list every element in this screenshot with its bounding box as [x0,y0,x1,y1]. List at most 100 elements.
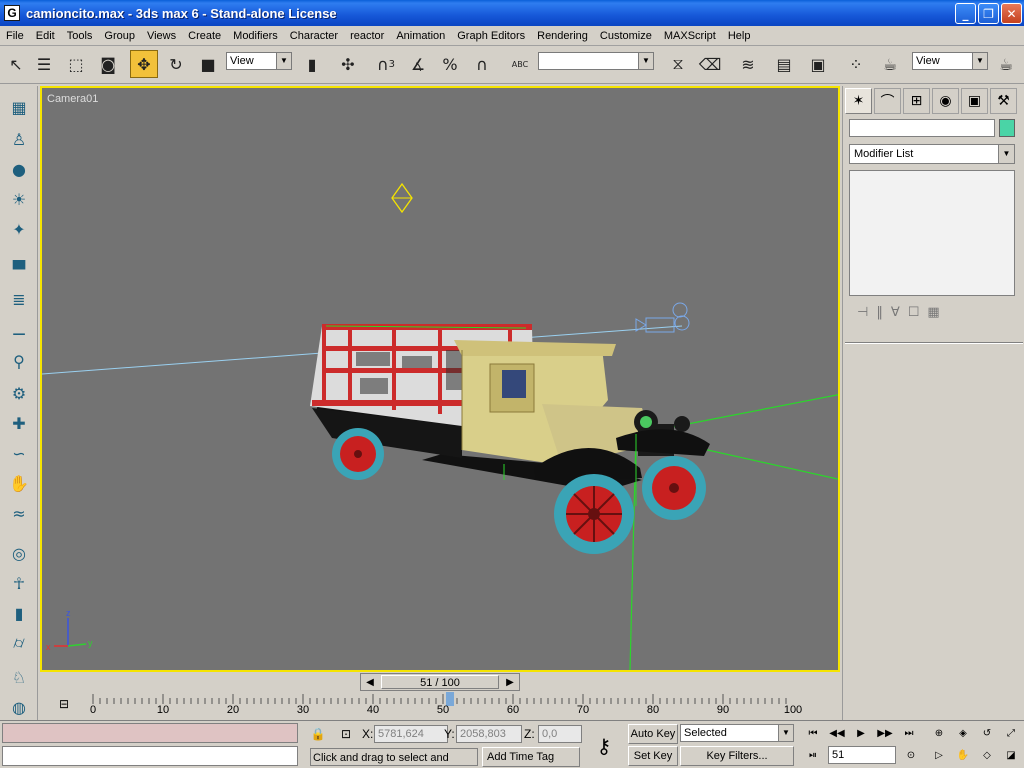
menu-reactor[interactable]: reactor [344,27,390,45]
schematic-view-icon[interactable]: ▣ [804,50,832,78]
close-icon[interactable]: ✕ [1001,3,1022,24]
spinner-snap-icon[interactable]: ∩ [468,50,496,78]
sphere-icon[interactable]: ● [5,156,33,182]
select-manipulate-icon[interactable]: ✣ [334,50,362,78]
maxscript-listener-output[interactable] [2,746,298,766]
x-coordinate-field[interactable]: 5781,624 [374,725,448,743]
modify-icon[interactable]: ⌒ [874,88,901,114]
menu-graph-editors[interactable]: Graph Editors [451,27,531,45]
modifier-stack[interactable] [849,170,1015,296]
pin-stack-icon[interactable]: ⊣ [857,305,868,320]
set-key-button[interactable]: Set Key [628,746,678,766]
next-frame-icon[interactable]: ▶▶ [874,724,896,742]
dolly-icon[interactable]: ◇ [976,746,998,764]
chair-icon[interactable]: ♘ [5,664,33,690]
select-icon[interactable]: ↖ [2,50,30,78]
light-icon[interactable]: ☀ [5,186,33,212]
y-coordinate-field[interactable]: 2058,803 [456,725,522,743]
object-color-swatch[interactable] [999,119,1015,137]
hand-icon[interactable]: ✋ [5,470,33,496]
menu-animation[interactable]: Animation [390,27,451,45]
go-to-start-icon[interactable]: ⏮ [802,724,824,742]
make-unique-icon[interactable]: ∀ [891,305,900,320]
auto-key-button[interactable]: Auto Key [628,724,678,744]
minimize-icon[interactable]: _ [955,3,976,24]
menu-rendering[interactable]: Rendering [531,27,594,45]
panel-icon[interactable]: ▮ [5,600,33,626]
edit-named-selections-icon[interactable]: ABC [506,50,534,78]
angle-snap-icon[interactable]: ∡ [404,50,432,78]
key-icon[interactable]: ⚷ [586,731,622,761]
field-of-view-icon[interactable]: ▷ [928,746,950,764]
key-mode-toggle-icon[interactable]: ⏯ [802,746,824,764]
object-name-field[interactable] [849,119,995,137]
min-max-toggle-icon[interactable]: ◪ [1000,746,1022,764]
material-editor-icon[interactable]: ⁘ [842,50,870,78]
add-time-tag-button[interactable]: Add Time Tag [482,747,580,767]
wrench-icon[interactable]: ⚲ [5,348,33,374]
time-config-icon[interactable]: ⊙ [900,746,922,764]
shirt-icon[interactable]: ♙ [5,126,33,152]
cylinder-icon[interactable]: ⌭ [5,630,33,656]
snaps-toggle-icon[interactable]: ∩ 3 [372,50,400,78]
key-mode-dropdown[interactable]: Selected ▼ [680,724,794,742]
motion-icon[interactable]: ◉ [932,88,959,114]
region-select-icon[interactable]: ⬚ [62,50,90,78]
wave-icon[interactable]: ≈ [5,500,33,526]
display-icon[interactable]: ▣ [961,88,988,114]
menu-tools[interactable]: Tools [61,27,99,45]
camera-viewport[interactable]: Camera01 z x y [40,86,840,672]
track-bar[interactable]: ⊟ 0 10 20 30 40 50 60 70 80 90 100 [40,692,840,720]
orbit-icon[interactable]: ↺ [976,724,998,742]
zoom-all-icon[interactable]: ◈ [952,724,974,742]
menu-maxscript[interactable]: MAXScript [658,27,722,45]
figure-icon[interactable]: ☥ [5,570,33,596]
star-icon[interactable]: ✦ [5,216,33,242]
app-icon[interactable]: G [4,5,20,21]
curve-editor-icon[interactable]: ⊟ [52,694,76,714]
named-selection-dropdown[interactable]: ▼ [538,52,654,70]
window-crossing-icon[interactable]: ◙ [94,50,122,78]
select-move-icon[interactable]: ✥ [130,50,158,78]
key-filters-button[interactable]: Key Filters... [680,746,794,766]
select-rotate-icon[interactable]: ↻ [162,50,190,78]
quick-render-icon[interactable]: ☕ [992,50,1020,78]
pin-icon[interactable]: ✚ [5,410,33,436]
render-type-dropdown[interactable]: View ▼ [912,52,988,70]
light-target-icon[interactable] [391,182,413,214]
align-icon[interactable]: ⌫ [696,50,724,78]
prev-frame-icon[interactable]: ◀ [361,674,379,690]
pan-icon[interactable]: ✋ [952,746,974,764]
z-coordinate-field[interactable]: 0,0 [538,725,582,743]
restore-icon[interactable]: ❐ [978,3,999,24]
utilities-icon[interactable]: ⚒ [990,88,1017,114]
coil-icon[interactable]: ≣ [5,286,33,312]
time-slider[interactable]: ◀ 51 / 100 ▶ [360,673,520,691]
track-view-icon[interactable]: ▤ [770,50,798,78]
menu-group[interactable]: Group [98,27,141,45]
menu-help[interactable]: Help [722,27,757,45]
remove-modifier-icon[interactable]: ☐ [908,305,920,320]
menu-modifiers[interactable]: Modifiers [227,27,284,45]
menu-character[interactable]: Character [284,27,344,45]
maxscript-listener-macro[interactable] [2,723,298,743]
menu-customize[interactable]: Customize [594,27,658,45]
mirror-icon[interactable]: ⧖ [664,50,692,78]
menu-file[interactable]: File [0,27,30,45]
truck-model[interactable] [310,324,710,554]
zoom-icon[interactable]: ⊕ [928,724,950,742]
lock-icon[interactable]: 🔒 [308,724,328,744]
play-icon[interactable]: ▶ [850,724,872,742]
gear-icon[interactable]: ⚙ [5,380,33,406]
ref-coord-dropdown[interactable]: View ▼ [226,52,292,70]
menu-edit[interactable]: Edit [30,27,61,45]
percent-snap-icon[interactable]: % [436,50,464,78]
current-frame-field[interactable]: 51 [828,746,896,764]
previous-frame-icon[interactable]: ◀◀ [826,724,848,742]
modifier-list-dropdown[interactable]: Modifier List ▼ [849,144,1015,164]
boxes-icon[interactable]: ▦ [5,94,33,120]
show-end-result-icon[interactable]: ‖ [876,305,883,320]
maximize-viewport-icon[interactable]: ⤢ [1000,724,1022,742]
create-icon[interactable]: ✶ [845,88,872,114]
menu-views[interactable]: Views [141,27,182,45]
